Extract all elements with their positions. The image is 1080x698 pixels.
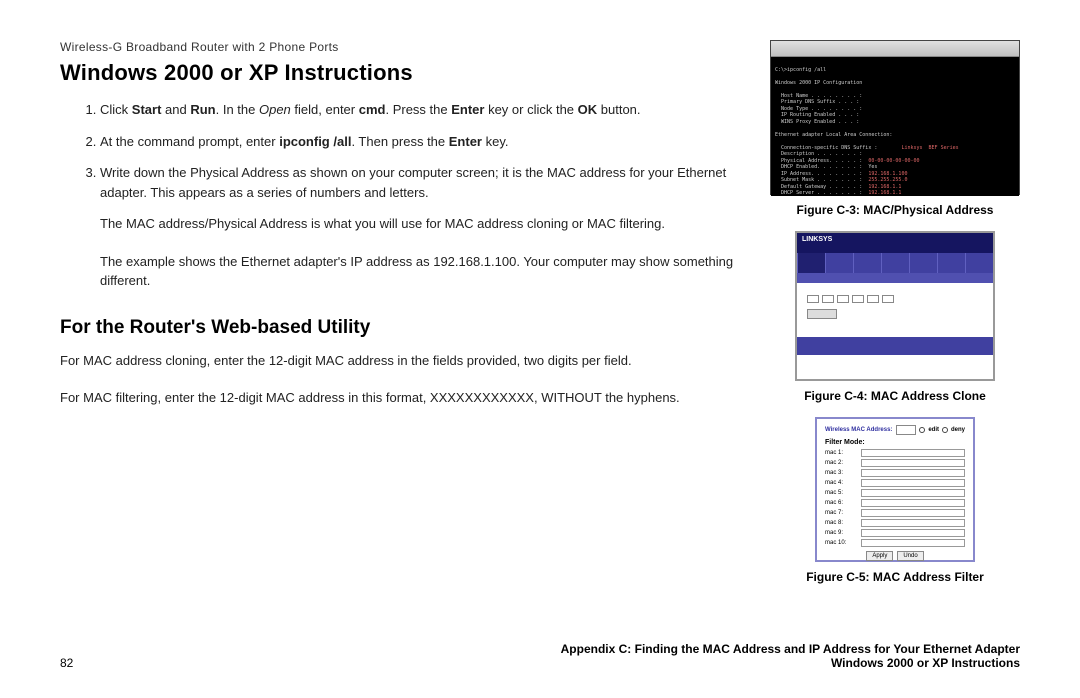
filter-mac-row: mac 2: — [825, 459, 965, 467]
filter-mac-row: mac 1: — [825, 449, 965, 457]
filter-mac-row: mac 8: — [825, 519, 965, 527]
heading-router-utility: For the Router's Web-based Utility — [60, 317, 752, 339]
footer-section-title: Windows 2000 or XP Instructions — [561, 656, 1020, 670]
page-number: 82 — [60, 656, 73, 670]
filter-ui-image: Wireless MAC Address: edit deny Filter M… — [815, 417, 975, 562]
filter-mac-row: mac 3: — [825, 469, 965, 477]
figure-c3-caption: Figure C-3: MAC/Physical Address — [770, 203, 1020, 217]
filter-mac-row: mac 5: — [825, 489, 965, 497]
paragraph-mac-note: The MAC address/Physical Address is what… — [100, 214, 752, 234]
footer-appendix-title: Appendix C: Finding the MAC Address and … — [561, 642, 1020, 656]
heading-windows-instructions: Windows 2000 or XP Instructions — [60, 60, 752, 86]
cmd-window-image: C:\>ipconfig /all Windows 2000 IP Config… — [770, 40, 1020, 195]
paragraph-ip-example: The example shows the Ethernet adapter's… — [100, 252, 752, 291]
step-2: At the command prompt, enter ipconfig /a… — [100, 132, 752, 152]
figure-c3: C:\>ipconfig /all Windows 2000 IP Config… — [770, 40, 1020, 195]
paragraph-mac-clone: For MAC address cloning, enter the 12-di… — [60, 351, 752, 371]
figure-c4-caption: Figure C-4: MAC Address Clone — [770, 389, 1020, 403]
filter-mac-row: mac 6: — [825, 499, 965, 507]
page-footer: 82 Appendix C: Finding the MAC Address a… — [60, 642, 1020, 670]
filter-mac-row: mac 9: — [825, 529, 965, 537]
figure-c4: LINKSYS — [770, 231, 1020, 381]
filter-mac-row: mac 10: — [825, 539, 965, 547]
filter-mac-row: mac 7: — [825, 509, 965, 517]
breadcrumb: Wireless-G Broadband Router with 2 Phone… — [60, 40, 752, 54]
filter-mac-row: mac 4: — [825, 479, 965, 487]
instruction-list: Click Start and Run. In the Open field, … — [60, 100, 752, 202]
router-ui-image: LINKSYS — [795, 231, 995, 381]
step-1: Click Start and Run. In the Open field, … — [100, 100, 752, 120]
paragraph-mac-filter: For MAC filtering, enter the 12-digit MA… — [60, 388, 752, 408]
step-3: Write down the Physical Address as shown… — [100, 163, 752, 202]
figure-c5-caption: Figure C-5: MAC Address Filter — [770, 570, 1020, 584]
figure-c5: Wireless MAC Address: edit deny Filter M… — [770, 417, 1020, 562]
